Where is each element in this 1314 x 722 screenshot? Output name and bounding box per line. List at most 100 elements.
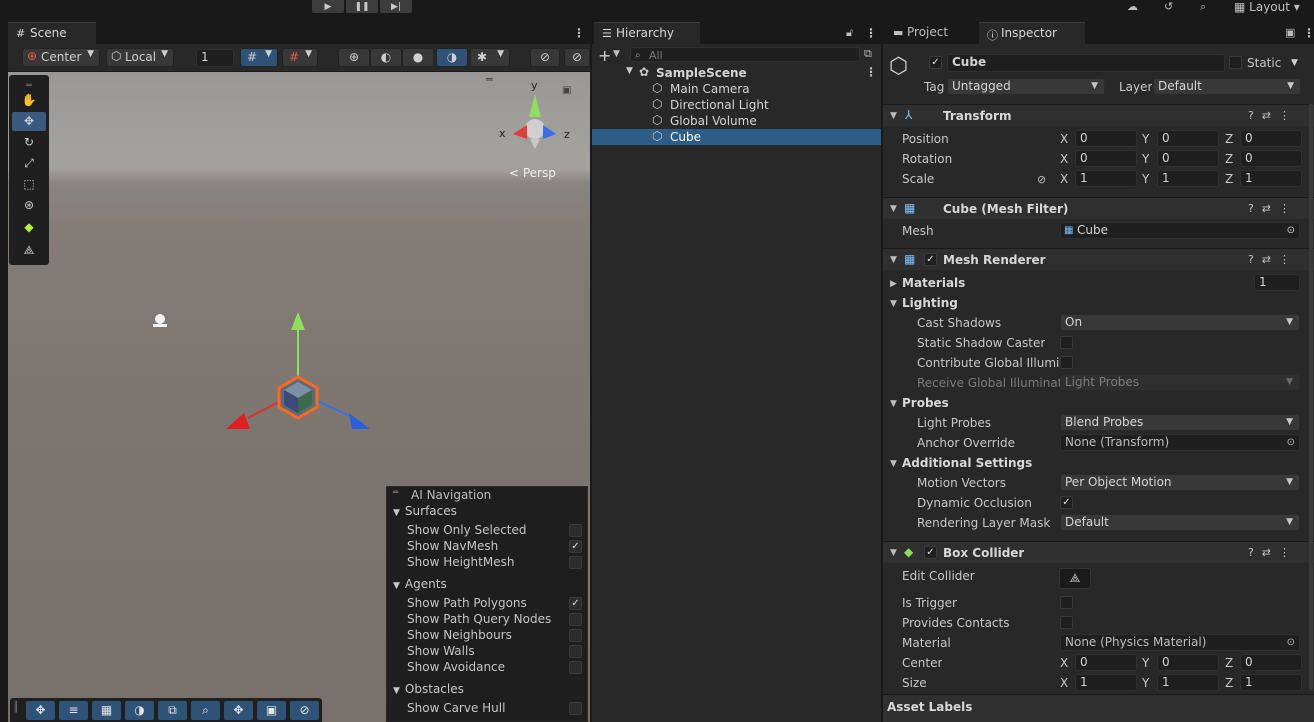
edit-collider-tool[interactable]: ⟁ (12, 241, 46, 260)
materials-foldout-icon[interactable]: ▶ (890, 279, 897, 289)
ai-option-checkbox[interactable]: ✓ (569, 540, 582, 553)
component-actions[interactable]: ?⇄⋮ (1248, 253, 1298, 266)
object-picker-icon[interactable]: ⊙ (1287, 435, 1295, 450)
edit-collider-button[interactable]: ⟁ (1059, 568, 1091, 589)
rendering-layer-mask-dropdown[interactable]: Default ▼ (1060, 514, 1300, 531)
nav-camera-button[interactable]: ▣ (257, 701, 286, 720)
tag-dropdown[interactable]: Untagged ▼ (947, 78, 1105, 95)
ai-section-surfaces[interactable]: ▼ Surfaces (393, 504, 457, 518)
rotate-tool[interactable]: ↻ (12, 133, 46, 152)
materials-count-field[interactable]: 1 (1254, 274, 1300, 291)
rotation-z-field[interactable]: 0 (1240, 150, 1302, 167)
space-dropdown[interactable]: ⬡ Local ▼ (106, 48, 174, 67)
inspector-scrollbar[interactable] (1309, 104, 1313, 690)
ai-option-checkbox[interactable] (569, 556, 582, 569)
static-shadow-caster-checkbox[interactable] (1060, 336, 1073, 349)
mesh-renderer-enabled-checkbox[interactable]: ✓ (924, 253, 937, 266)
pivot-dropdown[interactable]: ⊕ Center ▼ (22, 48, 100, 67)
ai-option-checkbox[interactable] (569, 645, 582, 658)
rect-tool[interactable]: ⬚ (12, 175, 46, 194)
static-checkbox[interactable] (1229, 56, 1242, 69)
snap-increment-dropdown[interactable]: # ▼ (282, 48, 318, 67)
scale-y-field[interactable]: 1 (1157, 170, 1219, 187)
size-y-field[interactable]: 1 (1157, 674, 1219, 691)
scene-row[interactable]: ▼ ✿ SampleScene ⋮ (592, 65, 881, 81)
lit-button[interactable]: ● (402, 48, 434, 67)
ai-option-checkbox[interactable] (569, 629, 582, 642)
ai-option-checkbox[interactable] (569, 702, 582, 715)
panel-divider[interactable] (881, 22, 883, 722)
tab-hierarchy[interactable]: ☰ Hierarchy (594, 22, 700, 44)
active-checkbox[interactable]: ✓ (929, 56, 942, 69)
add-dropdown-icon[interactable]: ▼ (613, 49, 620, 59)
nav-layers-button[interactable]: ⧉ (158, 701, 187, 720)
scale-x-field[interactable]: 1 (1075, 170, 1137, 187)
lock-icon[interactable]: 🔓︎ (846, 26, 853, 40)
anchor-override-field[interactable]: None (Transform) ⊙ (1060, 434, 1300, 451)
light-probes-dropdown[interactable]: Blend Probes ▼ (1060, 414, 1300, 431)
object-picker-icon[interactable]: ⊙ (1287, 223, 1295, 238)
directional-light-gizmo[interactable] (153, 314, 167, 327)
object-picker-icon[interactable]: ⊙ (1287, 635, 1295, 650)
nav-agent-button[interactable]: ✥ (224, 701, 253, 720)
expand-arrow-icon[interactable]: ▼ (626, 66, 633, 76)
pause-button[interactable]: ❚❚ (346, 0, 378, 13)
overlay-handle-icon[interactable]: ═ (393, 488, 398, 498)
scene-menu-icon[interactable]: ⋮ (865, 65, 877, 79)
rotation-y-field[interactable]: 0 (1157, 150, 1219, 167)
component-actions[interactable]: ?⇄⋮ (1248, 109, 1298, 122)
foldout-arrow-icon[interactable]: ▼ (890, 255, 897, 265)
play-button[interactable]: ▶ (312, 0, 344, 13)
ai-section-obstacles[interactable]: ▼ Obstacles (393, 682, 464, 696)
asset-labels-bar[interactable]: Asset Labels (883, 694, 1314, 722)
perspective-toggle[interactable]: < Persp (509, 166, 556, 180)
position-y-field[interactable]: 0 (1157, 130, 1219, 147)
tab-project[interactable]: ▬ Project (885, 22, 971, 44)
tab-inspector[interactable]: ⓘ Inspector (979, 22, 1085, 44)
audio-toggle[interactable]: ⊘ (564, 48, 590, 67)
transform-tool[interactable]: ⊛ (12, 196, 46, 215)
lock-icon[interactable]: ▣ (1285, 26, 1295, 39)
object-name-input[interactable]: Cube (947, 54, 1225, 72)
motion-vectors-dropdown[interactable]: Per Object Motion ▼ (1060, 474, 1300, 491)
move-gizmo[interactable] (226, 312, 370, 429)
box-collider-header[interactable]: ▼ ◆ ✓ Box Collider ?⇄⋮ (883, 541, 1314, 563)
nav-mesh-button[interactable]: ▦ (92, 701, 121, 720)
component-actions[interactable]: ?⇄⋮ (1248, 546, 1298, 559)
history-icon[interactable]: ↺ (1164, 0, 1173, 13)
panel-divider[interactable] (590, 22, 592, 722)
mesh-object-field[interactable]: ▦ Cube ⊙ (1060, 222, 1300, 239)
layer-dropdown[interactable]: Default ▼ (1153, 78, 1301, 95)
link-icon[interactable]: ⊘ (1037, 173, 1046, 186)
hierarchy-item[interactable]: ⬡ Global Volume (592, 113, 881, 129)
foldout-arrow-icon[interactable]: ▼ (393, 581, 400, 591)
hierarchy-item[interactable]: ⬡ Directional Light (592, 97, 881, 113)
nav-settings-button[interactable]: ≡ (59, 701, 88, 720)
shaded-button[interactable]: ◑ (436, 48, 468, 67)
nav-compass-button[interactable]: ⊘ (290, 701, 319, 720)
size-z-field[interactable]: 1 (1240, 674, 1302, 691)
nav-move-button[interactable]: ✥ (26, 701, 55, 720)
material-field[interactable]: None (Physics Material) ⊙ (1060, 634, 1300, 651)
center-y-field[interactable]: 0 (1157, 654, 1219, 671)
foldout-arrow-icon[interactable]: ▼ (890, 111, 897, 121)
lock-icon[interactable]: ▣ (562, 85, 571, 96)
cast-shadows-dropdown[interactable]: On ▼ (1060, 314, 1300, 331)
provides-contacts-checkbox[interactable] (1060, 616, 1073, 629)
rotation-x-field[interactable]: 0 (1075, 150, 1137, 167)
lighting-foldout-icon[interactable]: ▼ (890, 299, 897, 309)
debug-draw-dropdown[interactable]: ✱ ▼ (470, 48, 510, 67)
cloud-icon[interactable]: ☁ (1127, 0, 1138, 13)
move-tool[interactable]: ✥ (12, 112, 46, 131)
transform-header[interactable]: ▼ ⅄ Transform ?⇄⋮ (883, 104, 1314, 126)
scale-z-field[interactable]: 1 (1240, 170, 1302, 187)
scale-tool[interactable]: ⤢ (12, 154, 46, 173)
center-z-field[interactable]: 0 (1240, 654, 1302, 671)
search-icon[interactable]: ⌕ (1200, 0, 1206, 14)
ai-option-checkbox[interactable] (569, 661, 582, 674)
gizmo-sphere-button[interactable]: ⊕ (338, 48, 370, 67)
position-z-field[interactable]: 0 (1240, 130, 1302, 147)
hierarchy-menu-icon[interactable]: ⋮ (865, 26, 877, 40)
ai-option-checkbox[interactable]: ✓ (569, 597, 582, 610)
mesh-filter-header[interactable]: ▼ ▦ Cube (Mesh Filter) ?⇄⋮ (883, 197, 1314, 219)
